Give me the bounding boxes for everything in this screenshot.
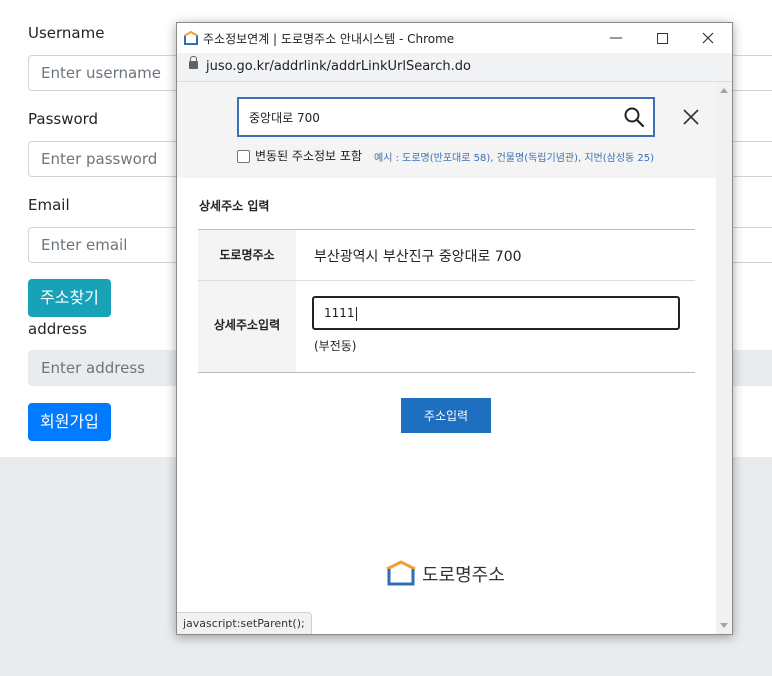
window-title: 주소정보연계 | 도로명주소 안내시스템 - Chrome	[203, 32, 455, 46]
status-bar: javascript:setParent();	[177, 612, 312, 634]
address-bar[interactable]: juso.go.kr/addrlink/addrLinkUrlSearch.do	[177, 53, 732, 82]
detail-address-input[interactable]: 1111	[312, 296, 680, 330]
section-title: 상세주소 입력	[199, 199, 270, 213]
email-label: Email	[28, 196, 70, 214]
road-address-row: 도로명주소 부산광역시 부산진구 중앙대로 700	[198, 230, 695, 281]
text-caret	[355, 306, 357, 321]
address-popup-window: 주소정보연계 | 도로명주소 안내시스템 - Chrome — juso.go.…	[176, 22, 733, 635]
username-label: Username	[28, 24, 105, 42]
password-label: Password	[28, 110, 99, 128]
scroll-down-icon[interactable]	[720, 623, 728, 628]
search-area: 중앙대로 700 변동된 주소정보 포함 예시 : 도로명(반포대로 58), …	[177, 82, 716, 178]
minimize-icon[interactable]: —	[593, 23, 639, 53]
road-address-label: 도로명주소	[198, 230, 296, 280]
scroll-up-icon[interactable]	[720, 88, 728, 93]
search-example-text: 예시 : 도로명(반포대로 58), 건물명(독립기념관), 지번(삼성동 25…	[374, 153, 655, 164]
window-close-icon[interactable]	[685, 23, 731, 53]
lock-icon	[189, 56, 198, 69]
detail-address-row: 상세주소입력 1111 (부전동)	[198, 281, 695, 373]
scrollbar[interactable]	[716, 82, 732, 634]
popup-content: 중앙대로 700 변동된 주소정보 포함 예시 : 도로명(반포대로 58), …	[177, 82, 716, 634]
signup-button[interactable]: 회원가입	[28, 403, 111, 441]
search-input-value: 중앙대로 700	[249, 111, 320, 125]
detail-address-label: 상세주소입력	[198, 281, 296, 372]
include-changed-checkbox[interactable]	[237, 150, 250, 163]
dong-note: (부전동)	[314, 339, 357, 353]
close-icon[interactable]	[681, 107, 701, 127]
include-changed-label[interactable]: 변동된 주소정보 포함	[255, 147, 362, 164]
submit-address-button[interactable]: 주소입력	[401, 398, 491, 433]
road-address-logo-icon	[386, 560, 416, 586]
find-address-button[interactable]: 주소찾기	[28, 279, 111, 317]
logo-text: 도로명주소	[422, 565, 505, 586]
detail-address-value: 1111	[324, 306, 355, 320]
search-input[interactable]: 중앙대로 700	[237, 97, 655, 137]
road-address-value: 부산광역시 부산진구 중앙대로 700	[314, 249, 522, 265]
search-icon[interactable]	[623, 106, 645, 128]
road-address-logo-icon	[183, 31, 199, 45]
window-titlebar[interactable]: 주소정보연계 | 도로명주소 안내시스템 - Chrome —	[177, 23, 732, 53]
url-text: juso.go.kr/addrlink/addrLinkUrlSearch.do	[206, 59, 471, 74]
maximize-icon[interactable]	[639, 23, 685, 53]
detail-address-table: 도로명주소 부산광역시 부산진구 중앙대로 700 상세주소입력 1111 (부…	[198, 229, 695, 373]
address-label: address	[28, 320, 87, 338]
